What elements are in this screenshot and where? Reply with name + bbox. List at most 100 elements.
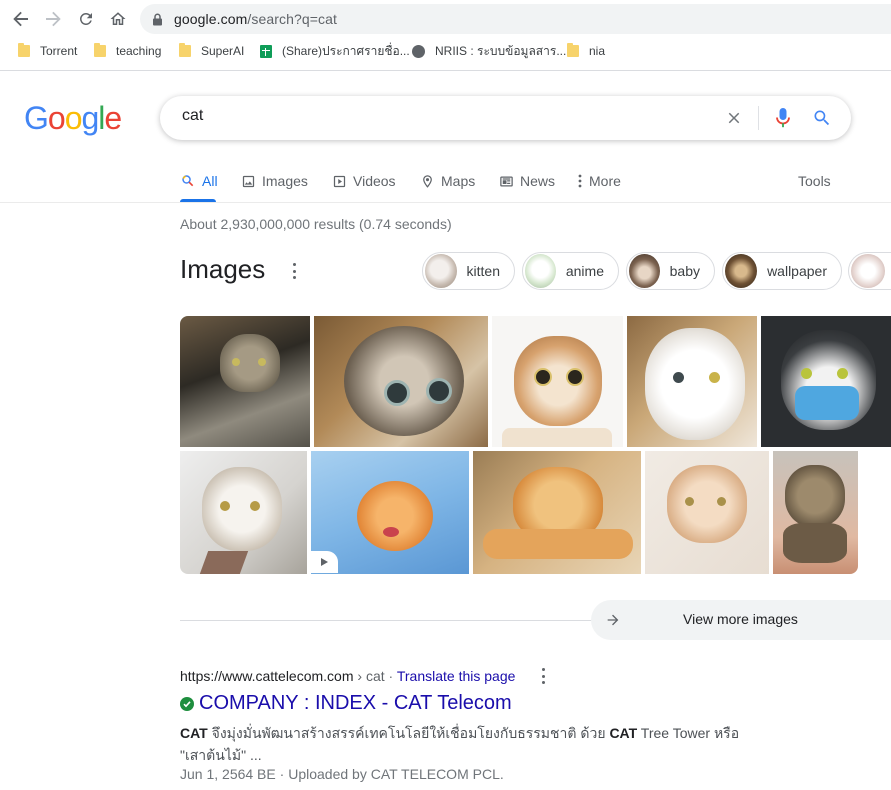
translate-link[interactable]: Translate this page — [397, 668, 516, 684]
bookmark-share-sheet[interactable]: (Share)ประกาศรายชื่อ... — [256, 40, 410, 62]
tab-label: More — [589, 173, 621, 189]
result-title-link[interactable]: COMPANY : INDEX - CAT Telecom — [180, 692, 512, 715]
logo-letter: g — [81, 100, 99, 136]
result-breadcrumb: › cat — [357, 668, 385, 684]
news-icon — [498, 173, 514, 189]
image-result[interactable] — [492, 316, 623, 447]
search-button[interactable] — [810, 106, 834, 130]
snippet-bold: CAT — [180, 725, 208, 741]
verified-check-icon — [180, 696, 194, 711]
view-more-label: View more images — [683, 611, 798, 627]
tab-label: All — [202, 173, 218, 189]
video-play-badge[interactable] — [310, 551, 338, 573]
chip-thumbnail — [851, 254, 885, 288]
back-button[interactable] — [10, 8, 32, 30]
bookmark-torrent[interactable]: Torrent — [14, 40, 77, 62]
active-tab-indicator — [180, 199, 216, 202]
tools-label: Tools — [798, 173, 831, 189]
microphone-icon — [776, 108, 790, 128]
browser-chrome: google.com/search?q=cat Torrent teaching… — [0, 0, 891, 71]
bookmark-teaching[interactable]: teaching — [90, 40, 161, 62]
image-result[interactable] — [645, 451, 769, 574]
bookmark-label: SuperAI — [201, 44, 245, 58]
url-text: google.com/search?q=cat — [174, 11, 337, 27]
images-menu-button[interactable] — [286, 262, 302, 280]
search-tabs: All Images Videos Maps News More Tools — [0, 160, 891, 203]
chip-more[interactable] — [848, 252, 891, 290]
tab-more[interactable]: More — [576, 170, 621, 192]
separator-dot: · — [279, 766, 285, 782]
folder-icon — [94, 43, 106, 57]
address-bar[interactable]: google.com/search?q=cat — [140, 4, 891, 34]
folder-icon — [179, 43, 191, 57]
folder-icon — [18, 43, 30, 57]
result-date-text: Jun 1, 2564 BE — [180, 766, 276, 782]
bookmark-label: NRIIS : ระบบข้อมูลสาร... — [435, 43, 567, 58]
result-snippet: CAT จึงมุ่งมั่นพัฒนาสร้างสรรค์เทคโนโลยีใ… — [180, 722, 750, 766]
home-button[interactable] — [107, 8, 129, 30]
globe-icon — [412, 44, 425, 58]
voice-search-button[interactable] — [771, 106, 795, 130]
search-input[interactable] — [180, 106, 704, 126]
tab-label: Images — [262, 173, 308, 189]
view-more-divider — [180, 620, 600, 621]
result-options-button[interactable] — [540, 668, 546, 684]
arrow-right-icon — [607, 614, 619, 626]
map-pin-icon — [419, 173, 435, 189]
tab-news[interactable]: News — [498, 170, 555, 192]
bookmark-label: nia — [589, 44, 606, 58]
image-result[interactable] — [627, 316, 757, 447]
separator-dot: · — [388, 668, 394, 684]
bookmark-label: (Share)ประกาศรายชื่อ... — [282, 43, 410, 58]
lock-icon — [153, 13, 162, 26]
result-date: Jun 1, 2564 BE · Uploaded by CAT TELECOM… — [180, 766, 504, 782]
images-heading: Images — [180, 254, 266, 284]
search-icon — [180, 173, 196, 189]
tab-all[interactable]: All — [180, 170, 218, 192]
folder-icon — [567, 43, 579, 57]
reload-icon — [79, 12, 92, 25]
chip-baby[interactable]: baby — [626, 252, 715, 290]
chip-wallpaper[interactable]: wallpaper — [722, 252, 842, 290]
forward-button[interactable] — [42, 8, 64, 30]
result-title: COMPANY : INDEX - CAT Telecom — [199, 692, 512, 714]
bookmark-nriis[interactable]: NRIIS : ระบบข้อมูลสาร... — [408, 40, 566, 62]
image-result[interactable] — [473, 451, 641, 574]
snippet-bold: CAT — [609, 725, 638, 741]
bookmark-label: teaching — [116, 44, 162, 58]
image-result[interactable] — [773, 451, 858, 574]
bookmark-superai[interactable]: SuperAI — [175, 40, 244, 62]
tab-videos[interactable]: Videos — [331, 170, 396, 192]
bookmark-nia[interactable]: nia — [563, 40, 605, 62]
chip-anime[interactable]: anime — [522, 252, 619, 290]
google-logo[interactable]: Google — [24, 100, 122, 137]
url-path: /search?q=cat — [247, 11, 338, 27]
search-box — [160, 96, 851, 140]
tab-label: News — [520, 173, 556, 189]
chip-kitten[interactable]: kitten — [422, 252, 515, 290]
image-result[interactable] — [180, 316, 310, 447]
logo-letter: G — [24, 100, 49, 136]
sheets-icon — [260, 44, 272, 58]
view-more-images-button[interactable]: View more images — [591, 600, 891, 640]
snippet-text: จึงมุ่งมั่นพัฒนาสร้างสรรค์เทคโนโลยีให้เช… — [207, 725, 610, 741]
tools-button[interactable]: Tools — [798, 170, 831, 192]
search-divider — [758, 106, 759, 130]
tab-label: Videos — [353, 173, 396, 189]
logo-letter: o — [47, 100, 66, 136]
image-result[interactable] — [314, 316, 488, 447]
image-result[interactable] — [761, 316, 891, 447]
tab-images[interactable]: Images — [240, 170, 308, 192]
reload-button[interactable] — [75, 8, 97, 30]
tab-maps[interactable]: Maps — [419, 170, 475, 192]
chip-thumbnail — [425, 254, 457, 288]
clear-button[interactable] — [722, 106, 746, 130]
play-icon — [321, 558, 328, 566]
bookmarks-bar: Torrent teaching SuperAI (Share)ประกาศรา… — [0, 40, 891, 62]
chip-label: kitten — [466, 263, 500, 279]
chip-label: wallpaper — [767, 263, 827, 279]
kebab-icon — [576, 173, 584, 189]
image-result[interactable] — [180, 451, 307, 574]
bookmark-label: Torrent — [40, 44, 78, 58]
logo-letter: e — [104, 100, 122, 136]
